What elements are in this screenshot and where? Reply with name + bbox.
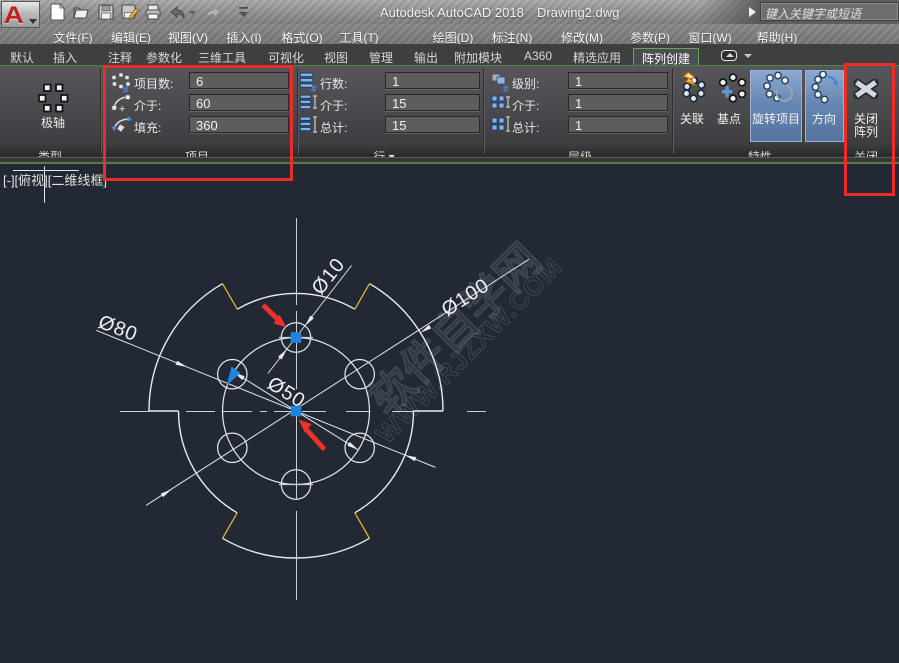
svg-text:Ø100: Ø100 <box>438 274 494 321</box>
svg-text:Ø80: Ø80 <box>95 311 140 346</box>
